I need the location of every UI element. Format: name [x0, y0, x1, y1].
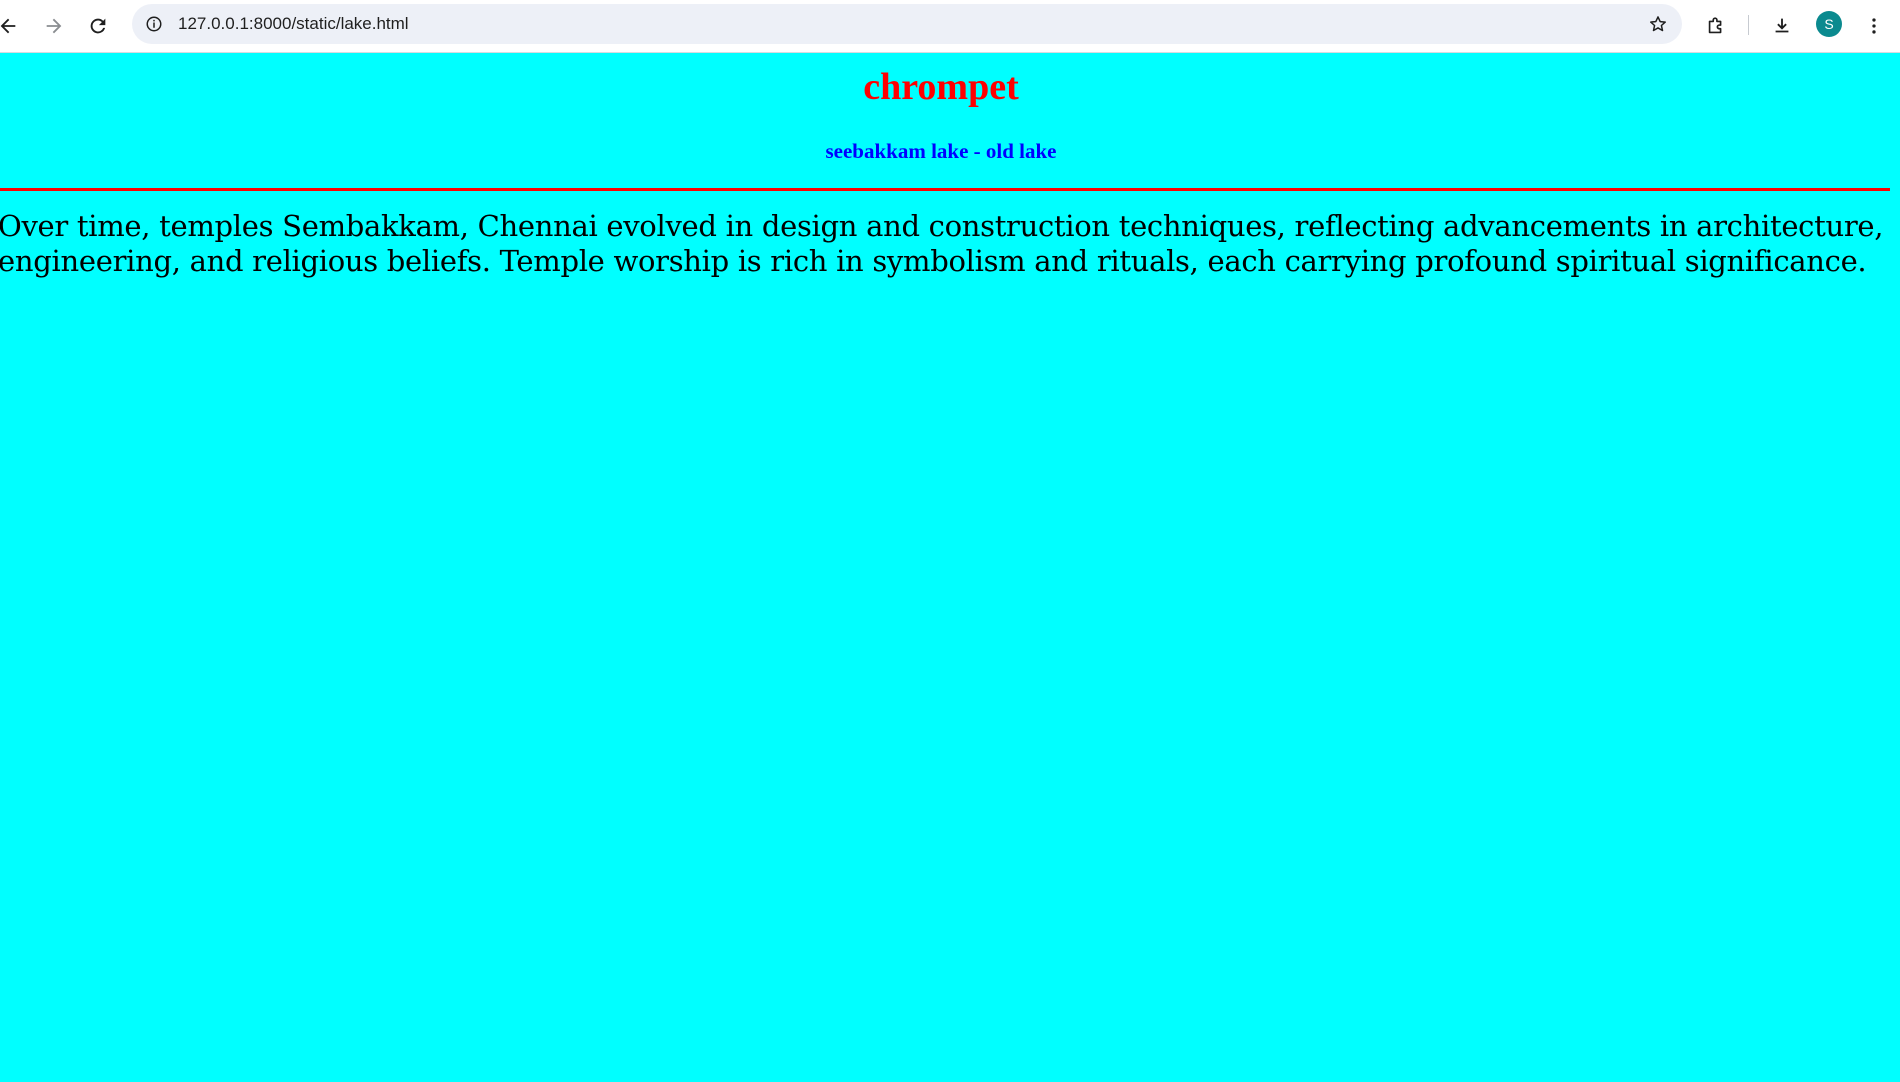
extensions-icon — [1708, 17, 1722, 34]
star-icon — [1650, 16, 1666, 32]
page-heading: chrompet — [863, 66, 1019, 108]
extensions-button[interactable] — [1698, 8, 1734, 44]
info-icon — [146, 16, 162, 32]
page-subheading: seebakkam lake - old lake — [825, 139, 1057, 163]
horizontal-rule — [0, 188, 1890, 191]
forward-button[interactable] — [36, 8, 72, 44]
address-bar[interactable]: 127.0.0.1:8000/static/lake.html — [132, 4, 1682, 44]
browser-toolbar: 127.0.0.1:8000/static/lake.html S — [0, 0, 1900, 53]
back-arrow-icon — [0, 18, 16, 34]
body-paragraph: Over time, temples Sembakkam, Chennai ev… — [0, 209, 1884, 278]
forward-arrow-icon — [46, 18, 62, 34]
browser-menu-button[interactable] — [1856, 8, 1892, 44]
profile-avatar[interactable]: S — [1816, 11, 1842, 37]
reload-button[interactable] — [80, 8, 116, 44]
kebab-menu-icon — [1872, 18, 1876, 34]
back-button[interactable] — [0, 8, 26, 44]
downloads-button[interactable] — [1764, 8, 1800, 44]
reload-icon — [90, 18, 106, 34]
toolbar-divider — [1748, 15, 1749, 35]
page-content: chrompet seebakkam lake - old lake Over … — [0, 53, 1900, 1082]
site-info-button[interactable] — [142, 12, 166, 36]
bookmark-button[interactable] — [1646, 12, 1670, 36]
url-text[interactable]: 127.0.0.1:8000/static/lake.html — [178, 4, 409, 44]
download-icon — [1775, 18, 1789, 33]
